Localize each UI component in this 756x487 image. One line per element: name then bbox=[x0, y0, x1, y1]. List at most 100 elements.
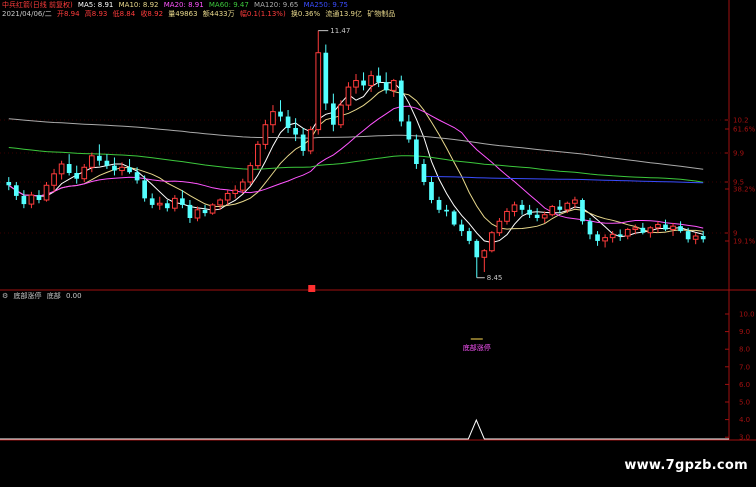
candle-body bbox=[489, 232, 495, 252]
candle-body bbox=[104, 160, 110, 166]
candle-body bbox=[390, 80, 397, 91]
candle-body bbox=[496, 220, 503, 234]
candle-body bbox=[459, 224, 465, 232]
indicator-tick-label: 6.0 bbox=[739, 381, 750, 389]
candle-body bbox=[632, 227, 639, 230]
indicator-tick-label: 7.0 bbox=[739, 363, 750, 371]
candle-body bbox=[511, 204, 518, 212]
indicator-annotation: 底部涨停 bbox=[463, 343, 491, 352]
moving-averages bbox=[8, 81, 704, 244]
price-tick-label: 9 bbox=[733, 230, 737, 238]
candle-body bbox=[149, 198, 155, 205]
candle-body bbox=[361, 80, 366, 86]
candle-body bbox=[557, 206, 563, 210]
candle-body bbox=[239, 181, 246, 191]
candle-body bbox=[481, 250, 488, 258]
candle-body bbox=[421, 164, 427, 182]
indicator-tick-label: 4.0 bbox=[739, 416, 750, 424]
candle-body bbox=[527, 209, 532, 215]
candle-body bbox=[315, 52, 322, 131]
candle-body bbox=[43, 184, 50, 201]
candle-body bbox=[376, 75, 381, 83]
indicator-tick-label: 9.0 bbox=[739, 328, 750, 336]
candle-body bbox=[519, 204, 525, 210]
candle-body bbox=[541, 214, 548, 219]
candle-body bbox=[504, 210, 510, 222]
candle-body bbox=[307, 129, 314, 152]
candle-body bbox=[466, 231, 472, 241]
candle-body bbox=[414, 139, 419, 164]
candle-body bbox=[164, 203, 170, 209]
signal-marker bbox=[308, 285, 316, 292]
candle-body bbox=[624, 228, 631, 237]
candle-body bbox=[640, 227, 646, 233]
candle-body bbox=[232, 189, 239, 194]
candle-body bbox=[270, 111, 276, 126]
candle-body bbox=[383, 82, 389, 91]
candle-body bbox=[580, 200, 585, 222]
candle-body bbox=[338, 104, 344, 126]
candle-body bbox=[156, 202, 163, 206]
candle-body bbox=[345, 86, 352, 106]
candle-body bbox=[300, 134, 306, 151]
candle-body bbox=[678, 226, 683, 232]
candle-body bbox=[534, 214, 540, 218]
candle-body bbox=[187, 204, 193, 218]
candle-body bbox=[97, 155, 102, 161]
low-label: 8.45 bbox=[487, 274, 503, 282]
candle-body bbox=[278, 111, 283, 117]
candle-body bbox=[398, 80, 404, 122]
candle-body bbox=[647, 227, 654, 234]
candle-body bbox=[549, 206, 556, 216]
indicator-tick-label: 8.0 bbox=[739, 346, 750, 354]
candle-body bbox=[58, 163, 65, 175]
candle-body bbox=[451, 211, 457, 225]
candle-body bbox=[202, 209, 208, 214]
price-tick-label: 9.5 bbox=[733, 179, 744, 187]
candle-body bbox=[602, 237, 608, 242]
candle-body bbox=[247, 165, 254, 183]
stock-chart[interactable]: 10.261.6% 9.9 38.2%9.5 19.1%9 10.0 9.0 8.0 7.0 6… bbox=[0, 0, 756, 487]
candle-body bbox=[262, 124, 269, 145]
candle-body bbox=[331, 103, 336, 125]
candle-body bbox=[66, 164, 72, 173]
candle-body bbox=[436, 200, 442, 210]
candle-body bbox=[293, 128, 298, 135]
candle-body bbox=[685, 231, 691, 240]
candle-body bbox=[119, 166, 125, 172]
candle-body bbox=[609, 233, 616, 239]
candle-body bbox=[142, 180, 147, 199]
candle-body bbox=[572, 199, 578, 204]
candle-body bbox=[670, 225, 676, 230]
candle-body bbox=[595, 234, 600, 241]
indicator-tick-label: 10.0 bbox=[739, 311, 755, 319]
candle-body bbox=[81, 166, 88, 180]
candle-body bbox=[134, 172, 140, 181]
ma250-line bbox=[423, 176, 704, 184]
indicator-tick-label: 3.0 bbox=[739, 434, 750, 442]
indicator-line bbox=[0, 418, 729, 440]
candle-body bbox=[692, 235, 699, 240]
candle-body bbox=[617, 234, 623, 236]
candle-body bbox=[700, 236, 706, 240]
candle-body bbox=[171, 197, 178, 209]
candle-body bbox=[474, 240, 480, 258]
price-tick-label: 9.9 bbox=[733, 150, 744, 158]
candle-body bbox=[323, 52, 329, 104]
candle-body bbox=[6, 182, 12, 186]
candle-body bbox=[406, 121, 412, 140]
candle-body bbox=[564, 202, 571, 211]
candle-body bbox=[655, 224, 661, 229]
price-tick-label: 10.2 bbox=[733, 117, 749, 125]
candle-body bbox=[21, 195, 27, 205]
ma5-line bbox=[8, 81, 704, 244]
candle-body bbox=[28, 194, 35, 205]
candle-body bbox=[224, 192, 231, 201]
candle-body bbox=[194, 209, 201, 219]
candle-body bbox=[368, 75, 374, 86]
candle-body bbox=[209, 204, 216, 214]
candle-body bbox=[587, 221, 593, 235]
candle-body bbox=[663, 224, 668, 230]
candle-body bbox=[51, 173, 57, 186]
indicator-tick-label: 5.0 bbox=[739, 399, 750, 407]
